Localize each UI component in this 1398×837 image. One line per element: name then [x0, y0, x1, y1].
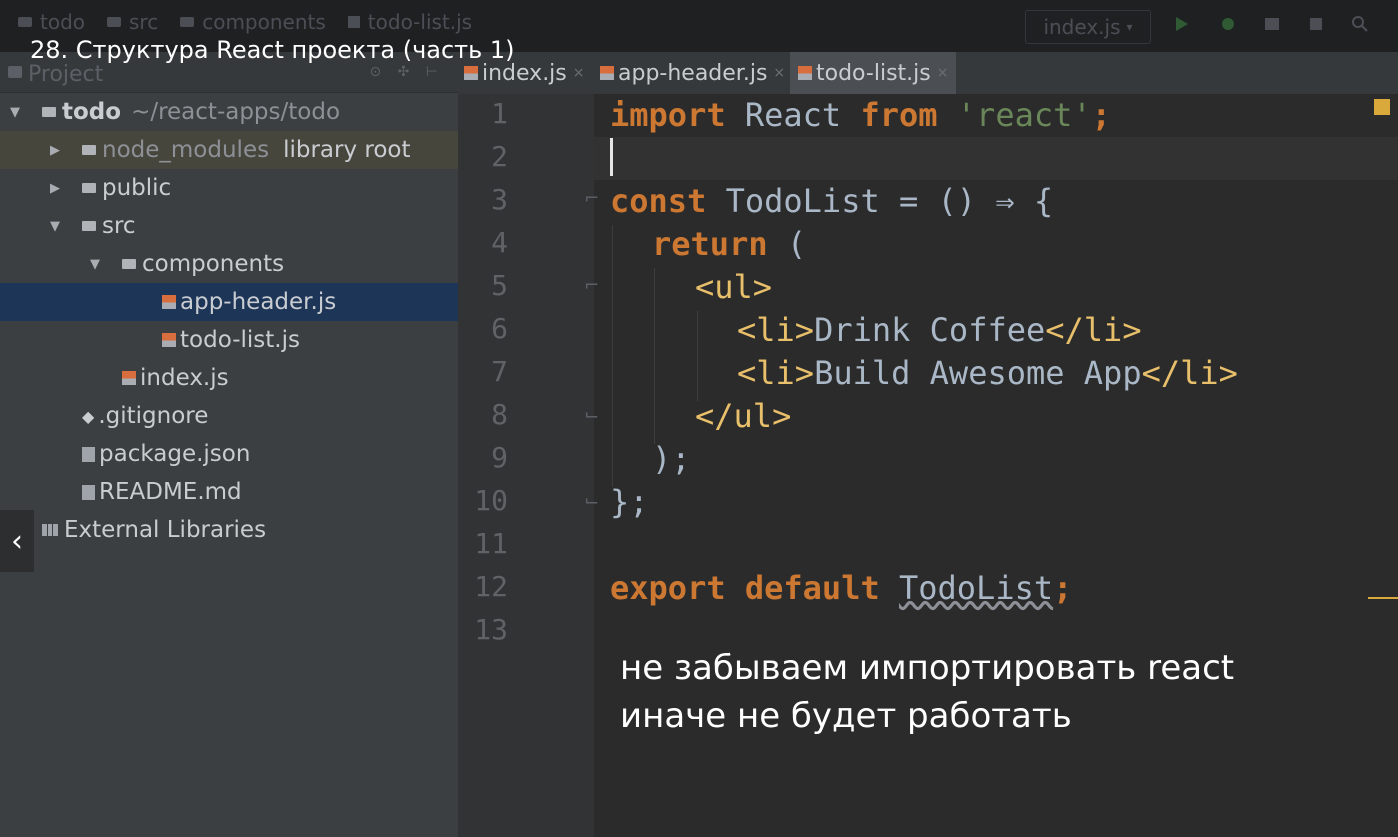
- js-file-icon: [464, 66, 478, 80]
- folder-icon: [42, 107, 56, 117]
- warning-marker-icon[interactable]: [1374, 99, 1390, 115]
- code-line-12: export default TodoList;: [610, 569, 1073, 607]
- js-file-icon: [122, 371, 136, 385]
- code-line-7: <li>Build Awesome App</li>: [737, 354, 1238, 392]
- folder-icon: [82, 183, 96, 193]
- line-number: 12: [474, 570, 508, 603]
- stop-icon[interactable]: [1306, 14, 1326, 34]
- code-line-5: <ul>: [695, 268, 773, 306]
- line-number: 2: [491, 140, 508, 173]
- close-icon[interactable]: ×: [573, 65, 585, 81]
- run-configuration-select[interactable]: index.js ▾: [1025, 10, 1151, 44]
- json-file-icon: [82, 446, 95, 462]
- folder-icon: [82, 221, 96, 231]
- line-number: 3: [491, 183, 508, 216]
- text-cursor: [610, 138, 613, 176]
- breadcrumb: todo src components todo-list.js: [18, 10, 472, 34]
- close-icon[interactable]: ×: [773, 65, 785, 81]
- project-panel: Project ⊙ ✣ ⊢ ▼ todo ~/react-apps/todo ▶…: [0, 52, 458, 837]
- coverage-icon[interactable]: [1262, 14, 1282, 34]
- line-number: 4: [491, 226, 508, 259]
- line-number: 10: [474, 484, 508, 517]
- git-file-icon: ◆: [82, 406, 95, 426]
- line-number: 11: [474, 527, 508, 560]
- js-file-icon: [347, 16, 360, 28]
- breadcrumb-item-todo[interactable]: todo: [18, 10, 85, 34]
- breadcrumb-item-file[interactable]: todo-list.js: [347, 10, 472, 34]
- panel-settings-icon[interactable]: ⊙ ✣ ⊢: [369, 64, 444, 80]
- js-file-icon: [162, 333, 176, 347]
- code-line-8: </ul>: [695, 397, 792, 435]
- project-panel-title[interactable]: Project: [28, 62, 103, 87]
- fold-open-icon[interactable]: ⌐: [584, 275, 604, 297]
- tree-item-readme[interactable]: README.md: [0, 473, 458, 511]
- line-number: 1: [491, 97, 508, 130]
- expanded-arrow-icon: ▼: [10, 104, 20, 120]
- code-line-10: };: [610, 483, 649, 521]
- close-icon[interactable]: ×: [937, 65, 949, 81]
- code-line-6: <li>Drink Coffee</li>: [737, 311, 1142, 349]
- indent-guide: [697, 311, 698, 401]
- code-line-4: return (: [652, 225, 807, 263]
- tree-item-src[interactable]: ▼ src: [0, 207, 458, 245]
- breadcrumb-item-components[interactable]: components: [180, 10, 326, 34]
- tab-todo-list-js[interactable]: todo-list.js ×: [790, 52, 957, 94]
- code-line-3: const TodoList = () ⇒ {: [610, 182, 1054, 220]
- tree-item-components[interactable]: ▼ components: [0, 245, 458, 283]
- js-file-icon: [162, 295, 176, 309]
- collapsed-arrow-icon: ▶: [50, 142, 60, 158]
- debug-icon[interactable]: [1218, 14, 1238, 34]
- video-title: 28. Структура React проекта (часть 1): [30, 36, 515, 64]
- editor-tabs: index.js × app-header.js × todo-list.js …: [458, 52, 1398, 95]
- code-line-9: );: [652, 440, 691, 478]
- chevron-down-icon: ▾: [1126, 20, 1133, 34]
- fold-open-icon[interactable]: ⌐: [584, 188, 604, 210]
- folder-icon: [180, 17, 195, 27]
- tab-app-header-js[interactable]: app-header.js ×: [600, 52, 785, 94]
- indent-guide: [654, 268, 655, 444]
- expanded-arrow-icon: ▼: [90, 256, 100, 272]
- breadcrumb-item-src[interactable]: src: [107, 10, 158, 34]
- tree-item-todo-list[interactable]: todo-list.js: [0, 321, 458, 359]
- tree-item-gitignore[interactable]: ◆ .gitignore: [0, 397, 458, 435]
- subtitle-line-2: иначе не будет работать: [620, 696, 1072, 736]
- error-stripe-marker[interactable]: [1368, 597, 1398, 599]
- run-icon[interactable]: [1172, 14, 1192, 34]
- code-line-1: import React from 'react';: [610, 96, 1111, 134]
- js-file-icon: [600, 66, 614, 80]
- library-icon: [42, 524, 58, 536]
- subtitle-line-1: не забываем импортировать react: [620, 648, 1235, 688]
- line-number: 9: [491, 441, 508, 474]
- tree-item-external-libraries[interactable]: External Libraries: [0, 511, 458, 549]
- folder-icon: [122, 259, 136, 269]
- search-icon[interactable]: [1350, 14, 1370, 34]
- tree-item-todo[interactable]: ▼ todo ~/react-apps/todo: [0, 93, 458, 131]
- js-file-icon: [798, 66, 812, 80]
- previous-button[interactable]: ‹: [0, 510, 34, 572]
- chevron-left-icon: ‹: [11, 523, 23, 559]
- tree-item-public[interactable]: ▶ public: [0, 169, 458, 207]
- fold-close-icon[interactable]: ⌙: [584, 404, 604, 426]
- line-number: 8: [491, 398, 508, 431]
- collapsed-arrow-icon: ▶: [50, 180, 60, 196]
- indent-guide: [612, 225, 613, 487]
- expanded-arrow-icon: ▼: [50, 218, 60, 234]
- current-line-highlight: [594, 137, 1398, 180]
- line-number: 6: [491, 312, 508, 345]
- line-number: 7: [491, 355, 508, 388]
- markdown-file-icon: [82, 484, 95, 500]
- line-number: 13: [474, 613, 508, 646]
- folder-icon: [18, 17, 32, 27]
- tree-item-node-modules[interactable]: ▶ node_modules library root: [0, 131, 458, 169]
- tree-item-package-json[interactable]: package.json: [0, 435, 458, 473]
- fold-close-icon[interactable]: ⌙: [584, 490, 604, 512]
- folder-icon: [82, 145, 96, 155]
- project-icon: [8, 66, 22, 78]
- line-number: 5: [491, 269, 508, 302]
- folder-icon: [107, 17, 122, 27]
- tree-item-index[interactable]: index.js: [0, 359, 458, 397]
- tree-item-app-header[interactable]: app-header.js: [0, 283, 458, 321]
